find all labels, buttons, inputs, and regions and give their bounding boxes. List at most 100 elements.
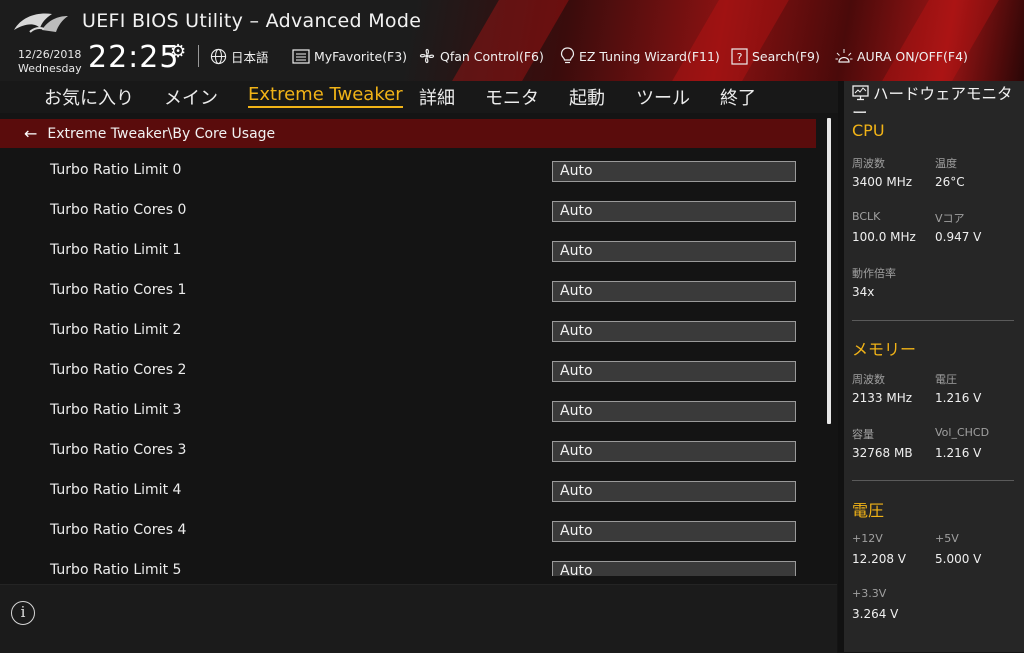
setting-row[interactable]: Turbo Ratio Cores 3 Auto (0, 430, 816, 470)
search-button[interactable]: ? Search(F9) (731, 46, 820, 66)
mem-volt-value: 1.216 V (935, 391, 982, 405)
setting-value-field[interactable]: Auto (552, 321, 796, 342)
monitor-icon (852, 85, 869, 101)
settings-gear-icon[interactable]: ⚙ (170, 41, 186, 62)
list-icon (292, 48, 310, 64)
setting-row[interactable]: Turbo Ratio Cores 0 Auto (0, 190, 816, 230)
v12-value: 12.208 V (852, 552, 907, 566)
tab-extreme-tweaker[interactable]: Extreme Tweaker (248, 84, 403, 108)
voltage-heading: 電圧 (852, 501, 885, 520)
setting-value-field[interactable]: Auto (552, 201, 796, 222)
clock-display: 22:25 (88, 40, 180, 75)
date-display: 12/26/2018 Wednesday (18, 48, 82, 76)
setting-value-field[interactable]: Auto (552, 161, 796, 182)
hardware-monitor-title-text: ハードウェアモニター (852, 85, 1013, 122)
info-icon: i (11, 601, 35, 625)
qfan-label: Qfan Control(F6) (440, 48, 544, 64)
setting-label: Turbo Ratio Limit 4 (50, 482, 182, 498)
setting-row[interactable]: Turbo Ratio Limit 2 Auto (0, 310, 816, 350)
aura-button[interactable]: AURA ON/OFF(F4) (835, 46, 968, 66)
divider (852, 320, 1014, 321)
back-arrow-icon[interactable]: ← (24, 124, 37, 143)
weekday-text: Wednesday (18, 62, 82, 75)
header-decoration (429, 0, 581, 81)
tab-monitor[interactable]: モニタ (485, 84, 539, 110)
breadcrumb-path: Extreme Tweaker\By Core Usage (47, 125, 276, 142)
app-title: UEFI BIOS Utility – Advanced Mode (82, 10, 422, 32)
myfavorite-label: MyFavorite(F3) (314, 48, 408, 64)
v5-label: +5V (935, 532, 959, 545)
setting-label: Turbo Ratio Limit 5 (50, 562, 182, 576)
lightbulb-icon (560, 47, 575, 64)
tab-favorites[interactable]: お気に入り (44, 84, 134, 110)
cpu-freq-label: 周波数 (852, 157, 885, 170)
setting-label: Turbo Ratio Limit 1 (50, 242, 182, 258)
setting-label: Turbo Ratio Limit 0 (50, 162, 182, 178)
v5-value: 5.000 V (935, 552, 982, 566)
setting-value-field[interactable]: Auto (552, 401, 796, 422)
setting-label: Turbo Ratio Cores 0 (50, 202, 187, 218)
setting-value-field[interactable]: Auto (552, 441, 796, 462)
bclk-label: BCLK (852, 210, 881, 223)
cpu-temp-label: 温度 (935, 157, 957, 170)
settings-list: Turbo Ratio Limit 0 Auto Turbo Ratio Cor… (0, 150, 816, 576)
vcore-label: Vコア (935, 212, 965, 225)
mem-freq-label: 周波数 (852, 373, 885, 386)
bclk-value: 100.0 MHz (852, 230, 916, 244)
aura-label: AURA ON/OFF(F4) (857, 48, 968, 64)
setting-label: Turbo Ratio Cores 3 (50, 442, 187, 458)
ratio-label: 動作倍率 (852, 267, 896, 280)
cpu-temp-value: 26°C (935, 175, 965, 189)
settings-scrollbar[interactable] (827, 118, 831, 424)
myfavorite-button[interactable]: MyFavorite(F3) (292, 46, 407, 66)
setting-row[interactable]: Turbo Ratio Limit 1 Auto (0, 230, 816, 270)
setting-label: Turbo Ratio Limit 3 (50, 402, 182, 418)
svg-text:?: ? (737, 51, 743, 64)
setting-value-field[interactable]: Auto (552, 561, 796, 576)
setting-row[interactable]: Turbo Ratio Cores 2 Auto (0, 350, 816, 390)
tab-main[interactable]: メイン (164, 84, 218, 110)
vol-chcd-label: Vol_CHCD (935, 426, 990, 439)
v33-label: +3.3V (852, 587, 887, 600)
setting-value-field[interactable]: Auto (552, 241, 796, 262)
ez-tuning-button[interactable]: EZ Tuning Wizard(F11) (560, 46, 720, 66)
memory-heading: メモリー (852, 340, 917, 359)
v12-label: +12V (852, 532, 883, 545)
setting-label: Turbo Ratio Cores 1 (50, 282, 187, 298)
hardware-monitor-title: ハードウェアモニター (852, 85, 1022, 123)
help-search-icon: ? (731, 47, 748, 65)
ratio-value: 34x (852, 285, 875, 299)
header-decoration (649, 0, 801, 81)
aura-light-icon (835, 49, 853, 63)
cpu-heading: CPU (852, 121, 885, 140)
setting-row[interactable]: Turbo Ratio Limit 5 Auto (0, 550, 816, 576)
setting-row[interactable]: Turbo Ratio Cores 1 Auto (0, 270, 816, 310)
setting-value-field[interactable]: Auto (552, 521, 796, 542)
globe-icon (210, 48, 227, 64)
setting-row[interactable]: Turbo Ratio Limit 0 Auto (0, 150, 816, 190)
rog-logo-icon (14, 13, 68, 33)
setting-row[interactable]: Turbo Ratio Limit 4 Auto (0, 470, 816, 510)
setting-value-field[interactable]: Auto (552, 361, 796, 382)
cpu-freq-value: 3400 MHz (852, 175, 913, 189)
setting-value-field[interactable]: Auto (552, 281, 796, 302)
fan-icon (419, 48, 435, 64)
language-button[interactable]: 日本語 (210, 46, 269, 66)
setting-row[interactable]: Turbo Ratio Limit 3 Auto (0, 390, 816, 430)
v33-value: 3.264 V (852, 607, 899, 621)
info-bar: i (0, 584, 837, 653)
tab-boot[interactable]: 起動 (569, 84, 605, 110)
search-label: Search(F9) (752, 48, 820, 64)
mem-capacity-value: 32768 MB (852, 446, 913, 460)
mem-freq-value: 2133 MHz (852, 391, 913, 405)
setting-value-field[interactable]: Auto (552, 481, 796, 502)
qfan-button[interactable]: Qfan Control(F6) (418, 46, 544, 66)
setting-row[interactable]: Turbo Ratio Cores 4 Auto (0, 510, 816, 550)
tab-exit[interactable]: 終了 (720, 84, 756, 110)
tab-tool[interactable]: ツール (636, 84, 690, 110)
mem-volt-label: 電圧 (935, 373, 957, 386)
tab-advanced[interactable]: 詳細 (419, 84, 455, 110)
date-text: 12/26/2018 (18, 48, 82, 61)
language-label: 日本語 (231, 49, 269, 65)
header-decoration (859, 0, 1011, 81)
